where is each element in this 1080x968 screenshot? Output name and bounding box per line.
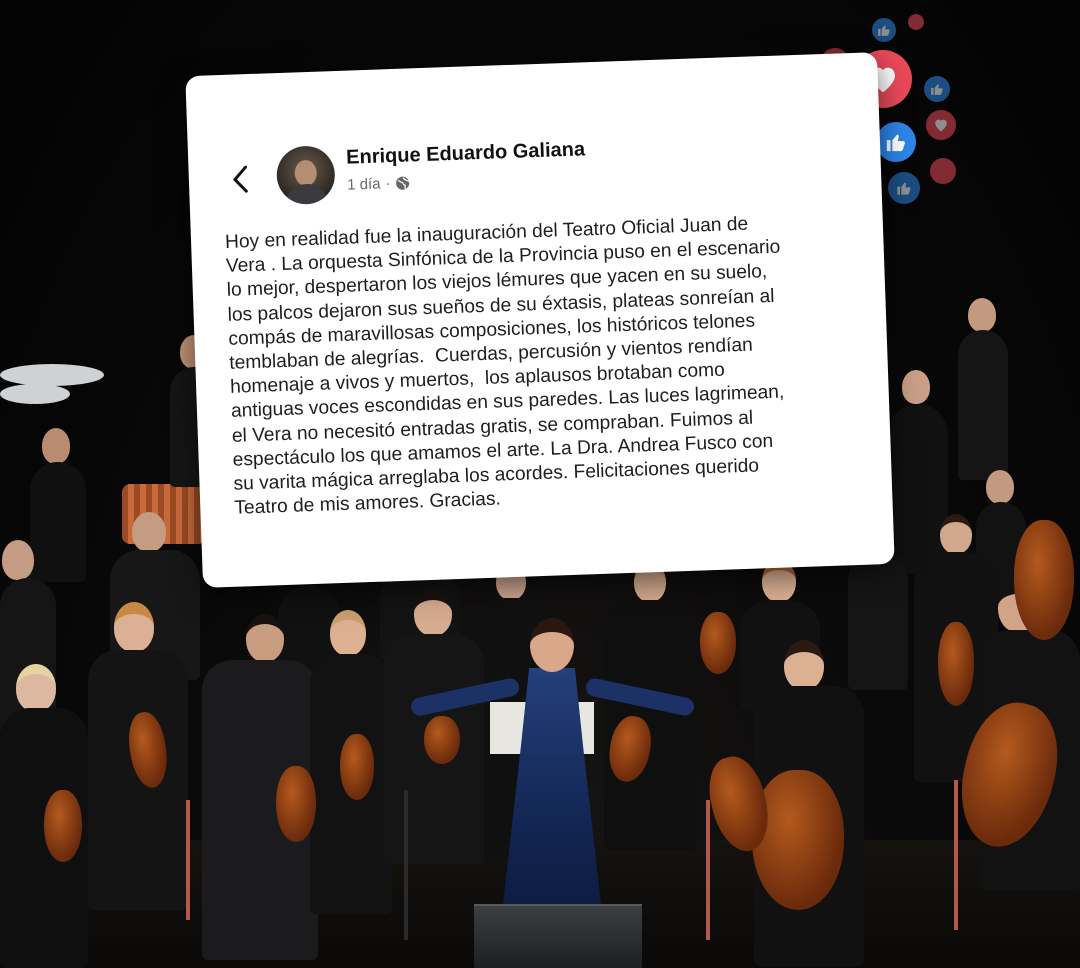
violin	[44, 790, 82, 862]
chevron-left-icon	[233, 165, 248, 193]
double-bass	[1014, 520, 1074, 640]
author-name[interactable]: Enrique Eduardo Galiana	[346, 138, 586, 169]
cello	[752, 770, 844, 910]
conductor-head	[530, 618, 574, 672]
love-icon	[930, 158, 956, 184]
music-stand	[186, 800, 190, 920]
post-meta: 1 día ·	[347, 174, 411, 194]
meta-separator: ·	[385, 175, 391, 193]
facebook-post-card: Enrique Eduardo Galiana 1 día · Hoy en r…	[185, 52, 895, 588]
post-time[interactable]: 1 día	[347, 175, 381, 193]
like-icon	[924, 76, 950, 102]
back-button[interactable]	[224, 160, 255, 199]
timpani	[0, 384, 70, 404]
violin	[424, 716, 460, 764]
post-text: Hoy en realidad fue la inauguración del …	[225, 209, 855, 521]
avatar[interactable]	[275, 145, 336, 206]
like-icon	[872, 18, 896, 42]
music-stand	[706, 800, 710, 940]
violin	[276, 766, 316, 842]
violin	[938, 622, 974, 706]
conductor-podium	[474, 904, 642, 968]
music-stand	[404, 790, 408, 940]
violin	[340, 734, 374, 800]
music-stand	[954, 780, 958, 930]
love-icon	[908, 14, 924, 30]
like-icon	[876, 122, 916, 162]
love-icon	[926, 110, 956, 140]
violin	[700, 612, 736, 674]
globe-icon	[396, 176, 411, 190]
timpani	[0, 364, 104, 386]
like-icon	[888, 172, 920, 204]
